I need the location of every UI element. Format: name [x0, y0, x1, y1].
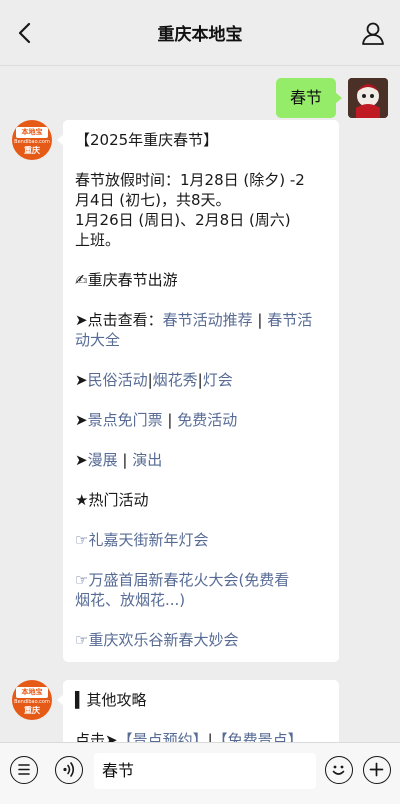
- bot-message-bubble[interactable]: 【2025年重庆春节】 春节放假时间：1月28日 (除夕) -2 月4日 (初七…: [57, 120, 339, 662]
- bot-avatar[interactable]: 本地宝 Bendibao.com 重庆: [12, 120, 52, 160]
- holiday-line-1: 春节放假时间：1月28日 (除夕) -2: [75, 171, 305, 189]
- message-input[interactable]: 春节: [94, 753, 316, 789]
- my-message-bubble[interactable]: 春节: [275, 78, 343, 118]
- folk-links-line: ➤民俗活动|烟花秀|灯会: [75, 370, 328, 390]
- link-hot-activity-2-line-1[interactable]: ☞万盛首届新春花火大会(免费看: [75, 570, 328, 590]
- link-spring-events-all-cont[interactable]: 动大全: [75, 331, 120, 349]
- menu-list-icon[interactable]: [10, 756, 38, 784]
- link-hot-activity-2-line-2[interactable]: 烟花、放烟花...): [75, 590, 328, 610]
- link-comic-expo[interactable]: 漫展: [88, 451, 118, 469]
- arrow-marker: ➤: [75, 411, 88, 429]
- person-profile-icon[interactable]: [360, 20, 386, 46]
- show-links-line: ➤漫展 | 演出: [75, 450, 328, 470]
- arrow-marker: ➤: [75, 451, 88, 469]
- chat-title: 重庆本地宝: [157, 25, 243, 45]
- work-line-1: 1月26日 (周日)、2月8日 (周六): [75, 211, 291, 229]
- events-links-line-2: 动大全: [75, 330, 328, 350]
- avatar-logo-tag: 本地宝: [16, 127, 48, 138]
- guides-links-line: 点击➤【景点预约】|【免费景点】: [75, 730, 328, 742]
- input-bar: 春节: [0, 742, 400, 804]
- separator: |: [117, 451, 133, 469]
- check-prefix: ➤点击查看：: [75, 311, 163, 329]
- link-free-spots[interactable]: 【免费景点】: [213, 731, 303, 742]
- free-links-line: ➤景点免门票 | 免费活动: [75, 410, 328, 430]
- link-free-events[interactable]: 免费活动: [177, 411, 237, 429]
- events-links-line-1: ➤点击查看：春节活动推荐 | 春节活: [75, 310, 328, 330]
- plus-more-icon[interactable]: [363, 756, 391, 784]
- travel-heading: ✍重庆春节出游: [75, 271, 178, 289]
- avatar-logo-tag: 本地宝: [16, 687, 48, 698]
- separator: |: [162, 411, 178, 429]
- work-line-2: 上班。: [75, 231, 121, 249]
- link-lantern-festival[interactable]: 灯会: [203, 371, 233, 389]
- link-hot-activity-3[interactable]: ☞重庆欢乐谷新春大妙会: [75, 630, 328, 650]
- arrow-marker: ➤: [75, 371, 88, 389]
- avatar-logo-city: 重庆: [24, 146, 40, 155]
- link-hot-activity-1[interactable]: ☞礼嘉天街新年灯会: [75, 530, 328, 550]
- hot-activities-heading: ★热门活动: [75, 491, 149, 509]
- message-title: 【2025年重庆春节】: [75, 131, 219, 149]
- link-spot-booking[interactable]: 【景点预约】: [118, 731, 208, 742]
- emoji-icon[interactable]: [325, 756, 353, 784]
- separator: |: [252, 311, 268, 329]
- holiday-line-2: 月4日 (初七)，共8天。: [75, 191, 231, 209]
- bot-avatar[interactable]: 本地宝 Bendibao.com 重庆: [12, 680, 52, 720]
- chat-header: 重庆本地宝: [0, 0, 400, 66]
- bot-message-bubble-2[interactable]: ▍其他攻略 点击➤【景点预约】|【免费景点】: [57, 680, 339, 742]
- link-performances[interactable]: 演出: [132, 451, 162, 469]
- avatar-logo-city: 重庆: [24, 706, 40, 715]
- link-spring-events-all[interactable]: 春节活: [267, 311, 312, 329]
- link-fireworks-show[interactable]: 烟花秀: [153, 371, 198, 389]
- other-guides-title: ▍其他攻略: [75, 691, 147, 709]
- link-spring-events-recommend[interactable]: 春节活动推荐: [163, 311, 253, 329]
- link-free-tickets[interactable]: 景点免门票: [88, 411, 163, 429]
- chat-area[interactable]: 春节 本地宝 Bendibao.com 重庆 【2025年重庆春节】 春节放假时…: [0, 66, 400, 742]
- my-avatar[interactable]: [348, 78, 388, 118]
- click-prefix: 点击➤: [75, 731, 118, 742]
- voice-input-icon[interactable]: [55, 756, 83, 784]
- link-folk-activities[interactable]: 民俗活动: [88, 371, 148, 389]
